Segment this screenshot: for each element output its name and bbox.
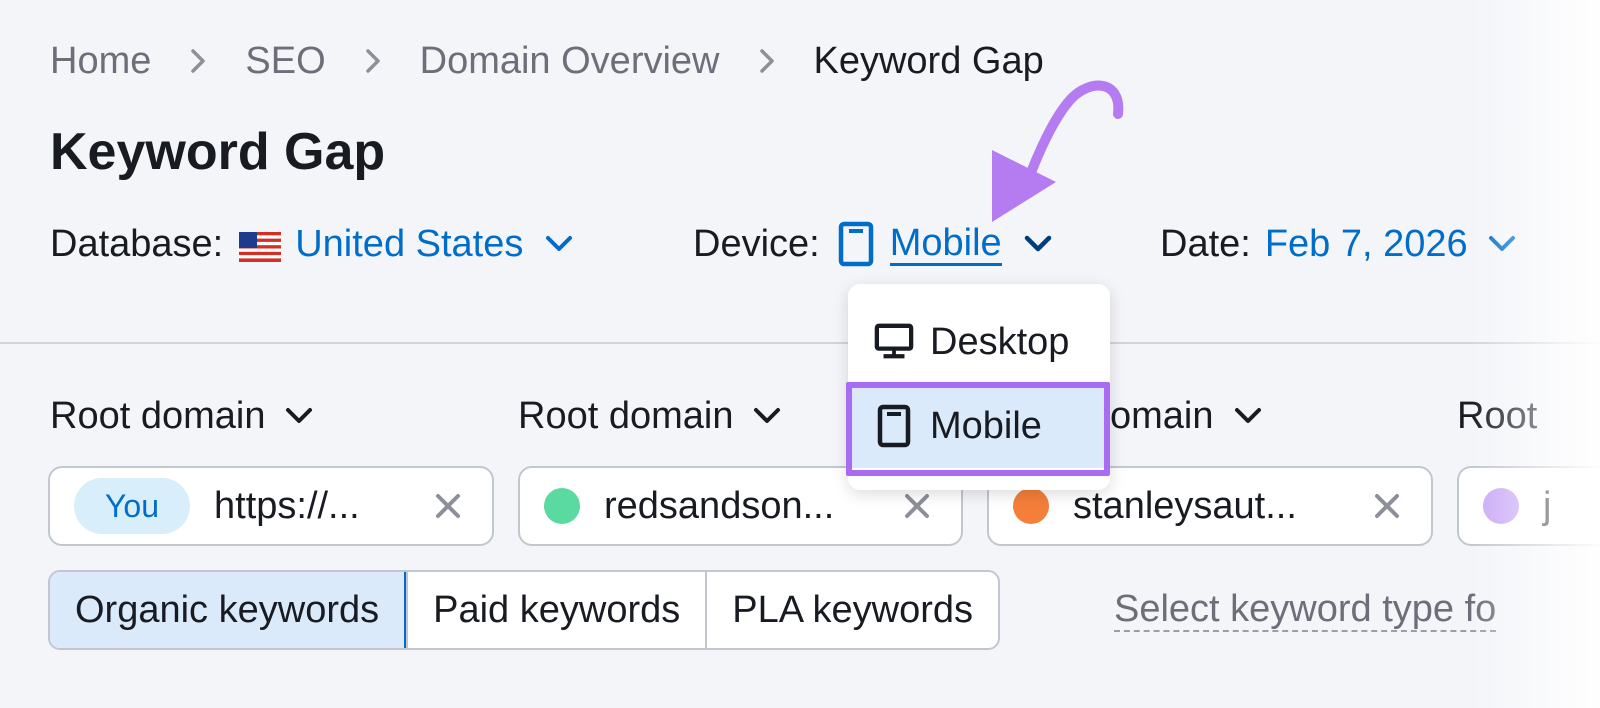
root-domain-label: Root domain: [50, 394, 266, 437]
close-icon[interactable]: [1371, 490, 1403, 522]
mobile-option-highlight: [846, 382, 1110, 476]
chevron-down-icon[interactable]: [285, 407, 313, 425]
database-filter[interactable]: Database: United States: [50, 218, 573, 270]
chevron-down-icon[interactable]: [545, 235, 573, 253]
domain-input-you[interactable]: You https://...: [48, 466, 494, 546]
chevron-right-icon: [326, 47, 420, 75]
device-option-desktop[interactable]: Desktop: [848, 312, 1110, 372]
tab-pla-keywords[interactable]: PLA keywords: [705, 572, 998, 648]
competitor-color-dot: [544, 488, 580, 524]
breadcrumb-seo[interactable]: SEO: [245, 40, 325, 83]
date-value[interactable]: Feb 7, 2026: [1265, 223, 1468, 266]
breadcrumb-domain-overview[interactable]: Domain Overview: [420, 40, 720, 83]
keyword-type-hint[interactable]: Select keyword type fo: [1114, 588, 1497, 632]
close-icon[interactable]: [901, 490, 933, 522]
tab-organic-keywords[interactable]: Organic keywords: [50, 572, 407, 648]
root-domain-label: Root: [1457, 394, 1538, 437]
breadcrumb-home[interactable]: Home: [50, 40, 151, 83]
you-badge: You: [74, 478, 190, 534]
keyword-type-tabs: Organic keywords Paid keywords PLA keywo…: [48, 570, 1001, 650]
root-domain-label: omain: [1110, 394, 1214, 437]
us-flag-icon: [239, 229, 282, 262]
date-filter[interactable]: Date: Feb 7, 2026: [1160, 218, 1516, 270]
domain-input-competitor-3[interactable]: j: [1457, 466, 1600, 546]
page-title: Keyword Gap: [50, 123, 386, 181]
chevron-down-icon[interactable]: [1024, 235, 1052, 253]
competitor-color-dot: [1013, 488, 1049, 524]
root-domain-label: Root domain: [518, 394, 734, 437]
device-label: Device:: [693, 222, 820, 265]
chevron-right-icon: [720, 47, 814, 75]
section-divider: [0, 342, 1600, 344]
domain-value[interactable]: j: [1543, 485, 1551, 528]
domain-value[interactable]: https://...: [214, 485, 360, 528]
close-icon[interactable]: [432, 490, 464, 522]
competitor-color-dot: [1483, 488, 1519, 524]
device-option-label: Desktop: [930, 320, 1070, 363]
domain-value[interactable]: stanleysaut...: [1073, 485, 1297, 528]
chevron-down-icon[interactable]: [1234, 407, 1262, 425]
desktop-icon: [874, 322, 914, 362]
tab-paid-keywords[interactable]: Paid keywords: [406, 572, 705, 648]
breadcrumb: Home SEO Domain Overview Keyword Gap: [50, 38, 1044, 84]
root-domain-selector[interactable]: Root domain: [518, 392, 781, 440]
root-domain-selector[interactable]: omain: [1110, 392, 1262, 440]
root-domain-selector[interactable]: Root domain: [50, 392, 313, 440]
root-domain-selector[interactable]: Root: [1457, 392, 1537, 440]
annotation-arrow-icon: [992, 80, 1124, 222]
database-label: Database:: [50, 222, 224, 265]
chevron-right-icon: [151, 47, 245, 75]
date-label: Date:: [1160, 222, 1251, 265]
chevron-down-icon[interactable]: [753, 407, 781, 425]
chevron-down-icon[interactable]: [1488, 235, 1516, 253]
mobile-icon: [838, 221, 874, 267]
domain-value[interactable]: redsandson...: [604, 485, 834, 528]
database-value[interactable]: United States: [295, 223, 523, 266]
